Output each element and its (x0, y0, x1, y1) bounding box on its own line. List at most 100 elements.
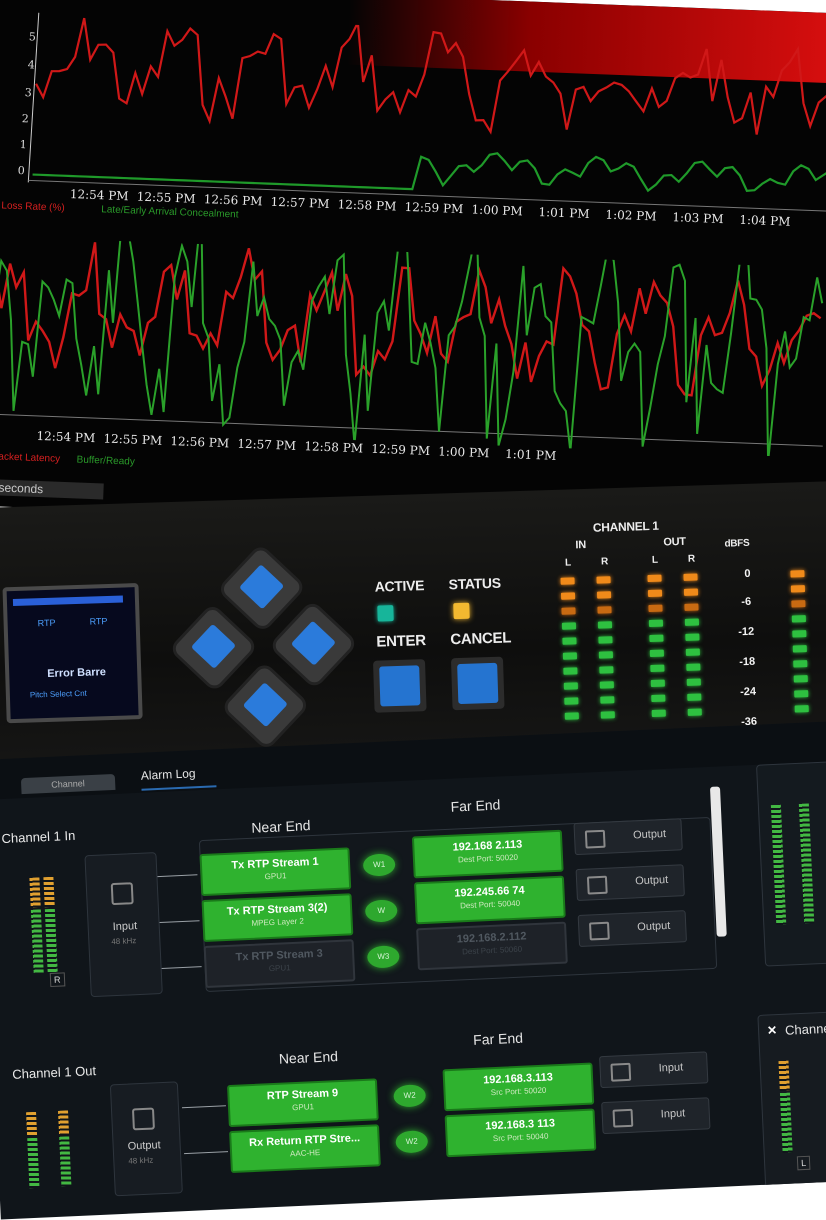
channel-2-label: Channe (784, 1020, 826, 1038)
far-end-address[interactable]: 192.245.66 74 Dest Port: 50040 (414, 875, 566, 925)
output-tile-label: Output (127, 1139, 161, 1153)
meter-segment (647, 589, 663, 598)
input-tile[interactable]: Input 48 kHz (84, 852, 163, 998)
near-end-stream[interactable]: Tx RTP Stream 3 GPU1 (203, 939, 356, 989)
time-tick: 12:59 PM (371, 441, 431, 459)
output-slot-label: Output (636, 919, 671, 934)
near-end-stream[interactable]: Tx RTP Stream 3(2) MPEG Layer 2 (201, 893, 354, 943)
output-slot-label: Output (632, 827, 667, 842)
input-slot-label: Input (658, 1061, 684, 1075)
far-end-label: Far End (450, 796, 501, 815)
meter-segment (649, 649, 665, 658)
meter-segment (651, 709, 666, 717)
right-meter-panel (756, 759, 826, 967)
far-end-address[interactable]: 192.168.3 113 Src Port: 50040 (444, 1108, 597, 1158)
flow-arrow (157, 874, 198, 878)
output-slot[interactable]: Output (577, 910, 687, 948)
legend-series-1: Loss Rate (%) (1, 200, 65, 214)
output-slot[interactable]: Output (573, 818, 683, 856)
input-slot[interactable]: Input (599, 1051, 709, 1089)
meter-segment (791, 600, 806, 608)
output-tile[interactable]: Output 48 kHz (109, 1081, 183, 1197)
time-tick: 1:02 PM (605, 207, 657, 224)
time-tick: 1:00 PM (471, 202, 523, 219)
dpad-right-key[interactable] (272, 603, 355, 686)
channel-2-meter (778, 1060, 790, 1092)
output-meter-left (26, 1111, 38, 1137)
window-length-label[interactable]: 8 seconds (0, 478, 104, 500)
status-led (453, 602, 470, 620)
dbfs-tick: -24 (739, 685, 757, 699)
close-icon[interactable]: ✕ (767, 1023, 778, 1037)
meter-segment (563, 682, 578, 690)
legend-latency: Packet Latency (0, 451, 61, 465)
meter-segment (685, 633, 700, 641)
input-slot-label: Input (660, 1107, 686, 1121)
far-end-address[interactable]: 192.168.2.112 Dest Port: 50060 (416, 921, 568, 971)
meter-segment (561, 622, 577, 630)
near-end-stream[interactable]: Rx Return RTP Stre... AAC-HE (229, 1124, 381, 1174)
meter-segment (791, 615, 806, 623)
dbfs-tick: -6 (741, 595, 752, 609)
cancel-label: CANCEL (450, 629, 512, 649)
tab-alarm-log[interactable]: Alarm Log (140, 765, 217, 791)
in-left-label: L (564, 557, 572, 569)
near-end-stream[interactable]: RTP Stream 9 GPU1 (227, 1078, 379, 1128)
right-meter (798, 803, 815, 924)
meter-segment (564, 712, 579, 720)
meter-segment (598, 636, 613, 644)
time-tick: 1:01 PM (504, 446, 557, 463)
enter-button[interactable] (372, 659, 427, 713)
time-tick: 12:54 PM (36, 428, 96, 446)
meter-segment (564, 697, 579, 705)
near-end-label: Near End (278, 1048, 339, 1067)
output-meter-left (27, 1137, 40, 1189)
meter-segment (793, 675, 808, 683)
meter-out-label: OUT (663, 535, 686, 549)
screen-row: Error Barre (47, 666, 107, 680)
meter-segment (648, 619, 664, 628)
meter-segment (562, 637, 577, 645)
output-icon (586, 875, 608, 895)
time-tick: 12:54 PM (69, 186, 129, 204)
meter-segment (600, 696, 615, 704)
output-icon (131, 1107, 155, 1131)
meter-segment (793, 660, 808, 668)
meter-segment (600, 711, 615, 719)
meter-segment (560, 592, 576, 600)
far-end-address[interactable]: 192.168 2.113 Dest Port: 50020 (411, 829, 564, 879)
near-end-stream[interactable]: Tx RTP Stream 1 GPU1 (199, 847, 352, 897)
time-tick: 1:03 PM (672, 210, 724, 227)
time-tick: 12:59 PM (404, 199, 464, 217)
time-tick: 12:56 PM (203, 192, 263, 209)
stream-status-dot: W2 (393, 1084, 427, 1108)
meter-segment (596, 576, 611, 584)
channel-2-tag: L (796, 1155, 811, 1171)
meter-segment (562, 652, 578, 660)
meter-column (790, 570, 809, 720)
far-end-address[interactable]: 192.168.3.113 Src Port: 50020 (442, 1062, 595, 1112)
dpad-up-key[interactable] (220, 547, 303, 630)
cancel-button[interactable] (450, 656, 505, 711)
out-right-label: R (687, 553, 696, 565)
output-slot[interactable]: Output (575, 864, 685, 902)
dpad-down-key[interactable] (224, 665, 307, 748)
active-label: ACTIVE (374, 577, 425, 595)
output-icon (584, 829, 606, 849)
meter-segment (597, 621, 613, 629)
time-tick: 12:57 PM (237, 436, 297, 453)
meter-column (683, 573, 702, 724)
meter-segment (792, 645, 807, 653)
input-slot[interactable]: Input (601, 1097, 711, 1135)
meter-segment (560, 577, 575, 585)
stream-status-dot: W2 (395, 1130, 429, 1154)
input-meter-right (44, 908, 58, 974)
input-meter-left (30, 909, 44, 974)
meter-segment (684, 618, 700, 626)
time-tick: 12:58 PM (304, 439, 364, 456)
time-tick: 12:56 PM (170, 434, 230, 451)
dpad-left-key[interactable] (172, 606, 255, 689)
time-tick: 12:57 PM (270, 194, 330, 211)
meter-segment (649, 634, 664, 643)
meter-segment (599, 666, 614, 674)
